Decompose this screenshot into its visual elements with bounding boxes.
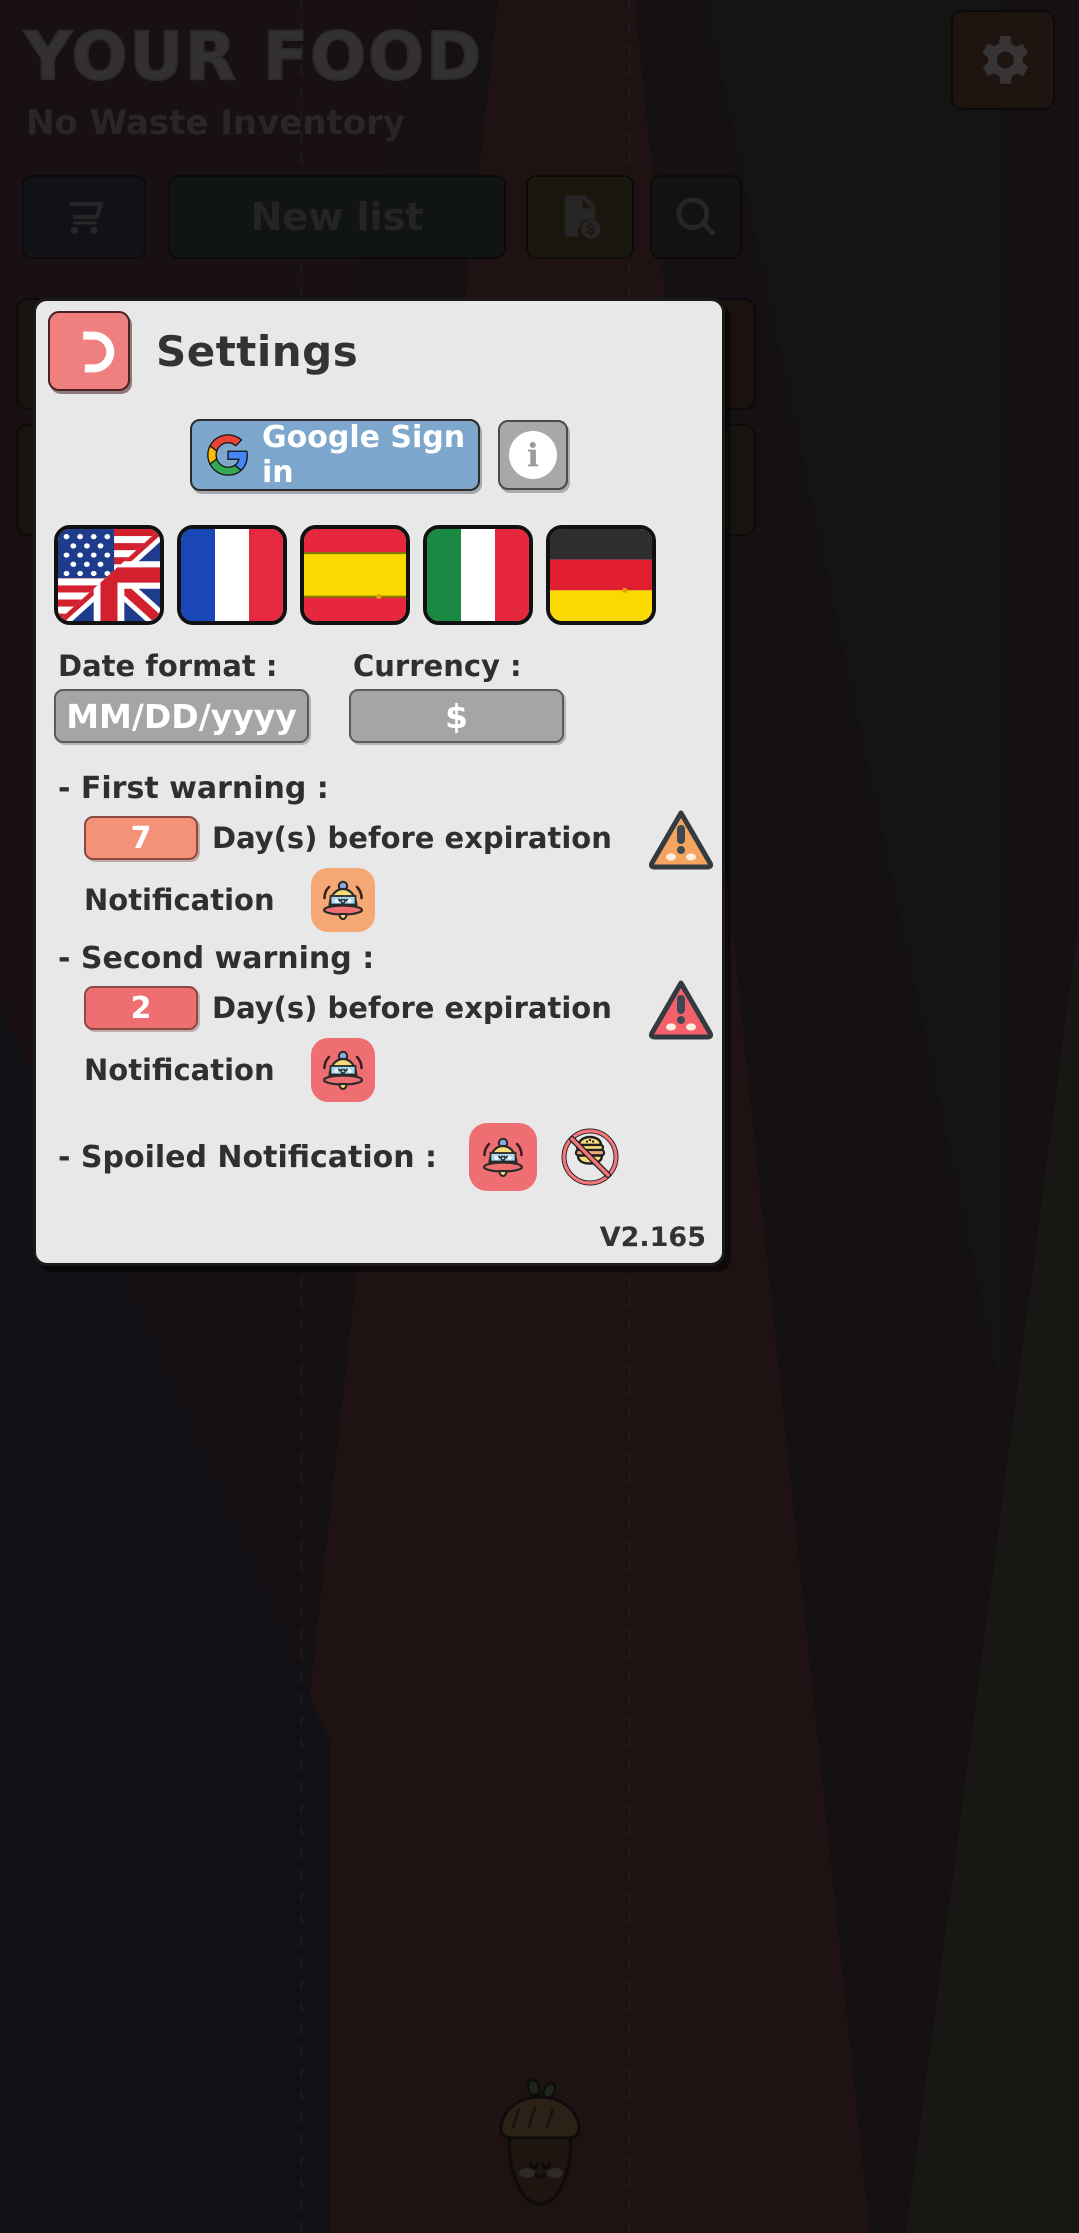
second-warning-section: - Second warning : 2 Day(s) before expir… <box>54 941 714 1102</box>
language-button-english[interactable] <box>54 525 164 625</box>
spoiled-notification-heading: - Spoiled Notification : <box>58 1139 438 1175</box>
back-arrow-icon <box>65 331 115 373</box>
second-warning-notification-label: Notification <box>84 1053 275 1087</box>
second-warning-days-row: 2 Day(s) before expiration <box>84 986 714 1030</box>
first-warning-notification-row: Notification <box>84 868 714 932</box>
first-warning-days-input[interactable]: 7 <box>84 816 198 860</box>
date-format-select[interactable]: MM/DD/yyyy <box>54 689 309 743</box>
settings-dialog: Settings Google Sign in i Date format: … <box>33 298 725 1266</box>
first-warning-bell-toggle[interactable] <box>310 868 375 932</box>
currency-label: Currency : <box>353 649 522 683</box>
first-warning-days-value: 7 <box>130 820 152 856</box>
dialog-title: Settings <box>156 326 359 376</box>
second-warning-days-value: 2 <box>130 990 152 1026</box>
first-warning-notification-label: Notification <box>84 883 275 917</box>
currency-value: $ <box>445 696 468 736</box>
bell-notification-icon <box>322 880 363 921</box>
currency-select[interactable]: $ <box>349 689 564 743</box>
spoiled-notification-section: - Spoiled Notification : <box>54 1123 714 1191</box>
language-button-italian[interactable] <box>423 525 533 625</box>
account-row: Google Sign in i <box>36 419 722 491</box>
flag-us-uk-icon <box>58 529 160 621</box>
google-signin-button[interactable]: Google Sign in <box>190 419 480 491</box>
spoiled-bell-toggle[interactable] <box>469 1123 538 1191</box>
second-warning-bell-toggle[interactable] <box>310 1038 375 1102</box>
warning-triangle-orange-icon <box>648 810 714 870</box>
language-button-french[interactable] <box>177 525 287 625</box>
flag-italy-icon <box>427 529 529 621</box>
date-format-group: Date format : MM/DD/yyyy <box>54 649 309 743</box>
first-warning-days-suffix: Day(s) before expiration <box>212 821 612 855</box>
back-button[interactable] <box>48 311 130 391</box>
flag-france-icon <box>181 529 283 621</box>
dialog-header: Settings <box>36 301 722 401</box>
format-settings-row: Date format : MM/DD/yyyy Currency : $ <box>54 649 714 743</box>
no-spoiled-food-icon <box>561 1128 619 1186</box>
google-g-icon <box>207 434 248 476</box>
language-selector <box>54 525 714 625</box>
version-label: V2.165 <box>599 1222 706 1253</box>
second-warning-notification-row: Notification <box>84 1038 714 1102</box>
second-warning-days-suffix: Day(s) before expiration <box>212 991 612 1025</box>
warning-triangle-red-icon <box>648 980 714 1040</box>
first-warning-section: - First warning : 7 Day(s) before expira… <box>54 771 714 932</box>
date-format-value: MM/DD/yyyy <box>66 696 297 736</box>
flag-germany-icon <box>550 529 652 621</box>
language-button-spanish[interactable] <box>300 525 410 625</box>
date-format-label: Date format : <box>58 649 278 683</box>
first-warning-heading: - First warning : <box>58 771 329 806</box>
language-button-german[interactable] <box>546 525 656 625</box>
second-warning-heading: - Second warning : <box>58 941 375 976</box>
spoiled-food-off-toggle[interactable] <box>559 1126 621 1188</box>
bell-notification-icon <box>322 1050 363 1091</box>
bell-notification-icon <box>482 1137 524 1178</box>
info-button[interactable]: i <box>498 420 568 490</box>
first-warning-days-row: 7 Day(s) before expiration <box>84 816 714 860</box>
info-icon: i <box>509 431 557 479</box>
currency-group: Currency : $ <box>349 649 564 743</box>
flag-spain-icon <box>304 529 406 621</box>
second-warning-days-input[interactable]: 2 <box>84 986 198 1030</box>
google-signin-label: Google Sign in <box>262 420 466 490</box>
